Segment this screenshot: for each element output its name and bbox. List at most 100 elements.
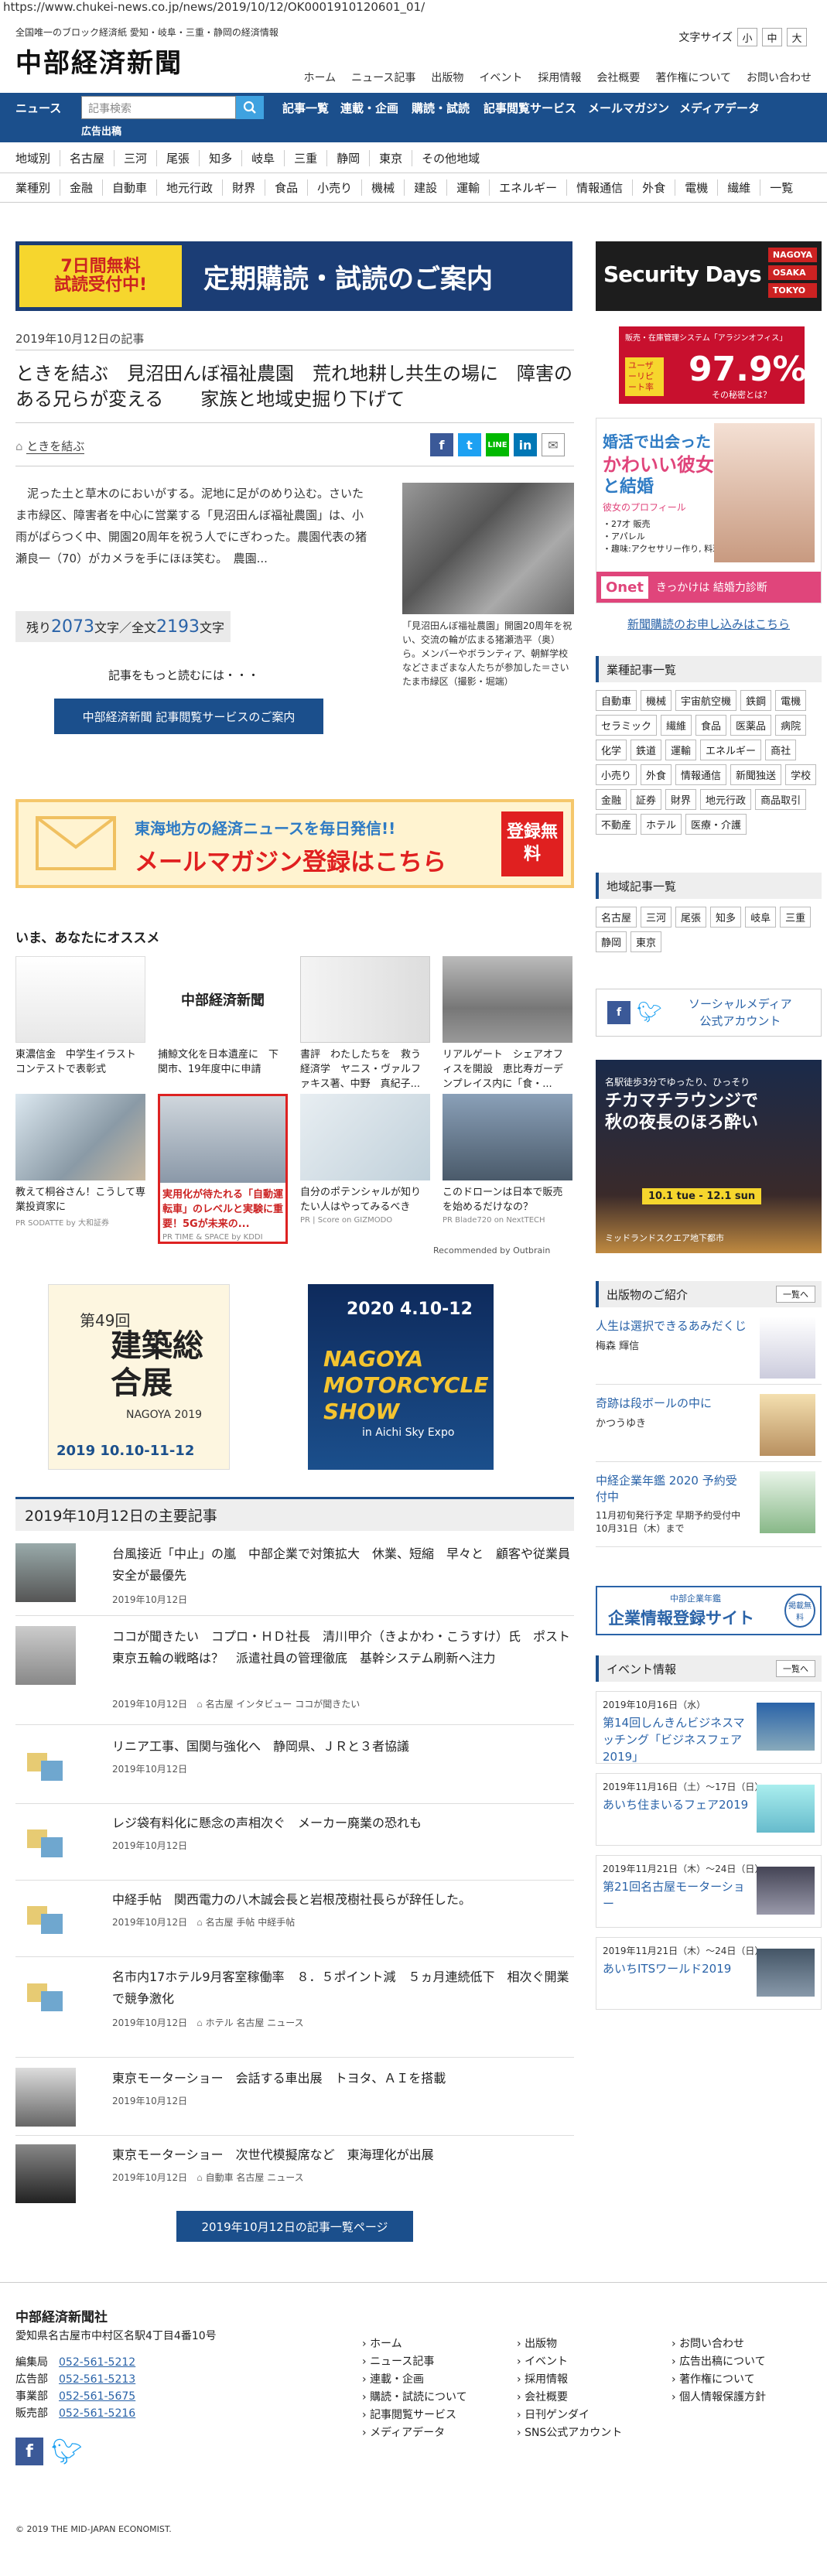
region-item[interactable]: 東京 [369, 150, 412, 166]
line-share-icon[interactable]: LINE [486, 433, 509, 456]
industry-item[interactable]: エネルギー [489, 179, 566, 196]
tag-button[interactable]: 三河 [641, 907, 672, 928]
article-row[interactable]: 台風接近「中止」の嵐 中部企業で対策拡大 休業、短縮 早々と 顧客や従業員 安全… [15, 1543, 583, 1616]
top-link-publications[interactable]: 出版物 [431, 70, 463, 85]
tag-button[interactable]: エネルギー [700, 740, 762, 760]
tag-button[interactable]: 財界 [665, 789, 697, 810]
search-button[interactable] [236, 96, 264, 119]
footer-link[interactable]: › お問い合わせ [672, 2335, 766, 2353]
nav-reading-service[interactable]: 記事閲覧サービス [484, 100, 576, 116]
footer-link[interactable]: › 会社概要 [517, 2389, 622, 2407]
industry-item[interactable]: 外食 [632, 179, 675, 196]
tag-button[interactable]: 医薬品 [730, 715, 772, 736]
tag-button[interactable]: 学校 [785, 764, 817, 785]
security-days-banner[interactable]: Security Days NAGOYA OSAKA TOKYO [596, 241, 822, 311]
region-item[interactable]: 尾張 [156, 150, 199, 166]
recommend-card[interactable]: 東濃信金 中学生イラストコンテストで表彰式 [15, 956, 145, 1077]
footer-link[interactable]: › 連載・企画 [362, 2371, 467, 2389]
tag-button[interactable]: 尾張 [675, 907, 707, 928]
article-row[interactable]: 東京モーターショー 次世代模擬席など 東海理化が出展 2019年10月12日 ⌂… [15, 2144, 574, 2203]
tag-button[interactable]: ホテル [641, 814, 682, 835]
events-more-button[interactable]: 一覧へ [776, 1660, 815, 1677]
recommend-card[interactable]: このドローンは日本で販売を始めるだけなの？ PR Blade720 on Next… [443, 1094, 572, 1225]
top-link-company[interactable]: 会社概要 [596, 70, 640, 85]
industry-item[interactable]: 金融 [60, 179, 102, 196]
event-item[interactable]: 2019年11月21日（木）〜24日（日） 第21回名古屋モーターショー [596, 1855, 822, 1928]
footer-link[interactable]: › メディアデータ [362, 2424, 467, 2442]
publication-item[interactable]: 奇跡は段ボールの中に かつうゆき [596, 1385, 822, 1462]
article-row[interactable]: 名市内17ホテル9月客室稼働率 ８．５ポイント減 ５ヵ月連続低下 相次ぐ開業で競… [15, 1966, 574, 2058]
tag-button[interactable]: 名古屋 [596, 907, 637, 928]
recommend-card[interactable]: 書評 わたしたちを 救う経済学 ヤニス・ヴァルファキス著、中野 真紀子... [300, 956, 430, 1092]
top-link-home[interactable]: ホーム [304, 70, 337, 85]
recommend-card[interactable]: 教えて桐谷さん！こうして専業投資家に PR SODATTE by 大和証券 [15, 1094, 145, 1228]
phone-link[interactable]: 052-561-5212 [59, 2356, 135, 2369]
industry-item[interactable]: 情報通信 [566, 179, 632, 196]
tag-button[interactable]: 食品 [695, 715, 727, 736]
article-list-button[interactable]: 2019年10月12日の記事一覧ページ [176, 2211, 413, 2242]
font-large-button[interactable]: 大 [787, 28, 807, 46]
industry-item[interactable]: 電機 [675, 179, 717, 196]
tag-button[interactable]: 岐阜 [745, 907, 777, 928]
tag-button[interactable]: 病院 [775, 715, 807, 736]
recommend-card[interactable]: リアルゲート シェアオフィスを開設 恵比寿ガーデンプレイス内に「食・... [443, 956, 572, 1092]
footer-link[interactable]: › イベント [517, 2353, 622, 2371]
article-tag[interactable]: ⌂ ときを結ぶ [15, 438, 85, 454]
nav-subscribe[interactable]: 購読・試読 [412, 100, 470, 116]
onet-ad[interactable]: 婚活で出会った かわいい彼女 と結婚 彼女のプロフィール ・27才 販売 ・アパ… [596, 418, 822, 603]
industry-item[interactable]: 自動車 [102, 179, 156, 196]
facebook-icon[interactable]: f [607, 1001, 631, 1024]
tag-button[interactable]: 外食 [641, 764, 672, 785]
region-item[interactable]: 三河 [114, 150, 156, 166]
tag-button[interactable]: 商品取引 [755, 789, 807, 810]
tag-button[interactable]: 知多 [710, 907, 742, 928]
linkedin-share-icon[interactable]: in [514, 433, 537, 456]
tag-button[interactable]: 情報通信 [675, 764, 727, 785]
kenchiku-expo-banner[interactable]: 第49回 建築総合展 NAGOYA 2019 2019 10.10-11-12 [48, 1284, 230, 1470]
publications-more-button[interactable]: 一覧へ [776, 1286, 815, 1303]
article-row[interactable]: ココが聞きたい コプロ・ＨＤ社長 清川甲介（きよかわ・こうすけ）氏 ポスト東京五… [15, 1626, 574, 1725]
top-link-news[interactable]: ニュース記事 [351, 70, 415, 85]
article-row[interactable]: 東京モーターショー 会話する車出展 トヨタ、ＡＩを搭載 2019年10月12日 [15, 2068, 574, 2136]
tag-button[interactable]: 宇宙航空機 [675, 690, 737, 711]
tag-button[interactable]: 静岡 [596, 931, 627, 952]
phone-link[interactable]: 052-561-5675 [59, 2390, 135, 2403]
mail-magazine-banner[interactable]: 東海地方の経済ニュースを毎日発信!! メールマガジン登録はこちら 登録無料 [15, 799, 574, 888]
recommend-card[interactable]: 実用化が待たれる「自動運転車」のレベルと実験に重要！5Gが未来の... PR TI… [158, 1094, 288, 1244]
tag-button[interactable]: 運輸 [665, 740, 697, 760]
region-item[interactable]: その他地域 [412, 150, 489, 166]
tag-button[interactable]: 鉄道 [631, 740, 662, 760]
industry-item[interactable]: 建設 [404, 179, 446, 196]
subscription-promo-banner[interactable]: 7日間無料 試読受付中! 定期購読・試読のご案内 [15, 241, 572, 311]
tag-button[interactable]: 不動産 [596, 814, 637, 835]
twitter-share-icon[interactable]: t [458, 433, 481, 456]
industry-item[interactable]: 小売り [307, 179, 361, 196]
twitter-icon[interactable]: 🐦︎ [637, 1001, 662, 1024]
font-medium-button[interactable]: 中 [762, 28, 782, 46]
mail-share-icon[interactable]: ✉ [542, 433, 565, 456]
phone-link[interactable]: 052-561-5213 [59, 2373, 135, 2386]
nav-media-data[interactable]: メディアデータ [679, 100, 760, 116]
phone-link[interactable]: 052-561-5216 [59, 2407, 135, 2420]
article-row[interactable]: リニア工事、国関与強化へ 静岡県、ＪＲと３者協議 2019年10月12日 [15, 1736, 574, 1804]
tag-button[interactable]: 地元行政 [700, 789, 752, 810]
top-link-recruit[interactable]: 採用情報 [538, 70, 581, 85]
event-item[interactable]: 2019年10月16日（水） 第14回しんきんビジネスマッチング「ビジネスフェア2… [596, 1691, 822, 1764]
top-link-copyright[interactable]: 著作権について [655, 70, 731, 85]
tag-button[interactable]: 化学 [596, 740, 627, 760]
search-input[interactable]: 記事検索 [81, 96, 236, 119]
footer-link[interactable]: › 採用情報 [517, 2371, 622, 2389]
footer-link[interactable]: › ニュース記事 [362, 2353, 467, 2371]
footer-link[interactable]: › 購読・試読について [362, 2389, 467, 2407]
reading-service-button[interactable]: 中部経済新聞 記事閲覧サービスのご案内 [54, 699, 323, 734]
recommend-card[interactable]: 自分のポテンシャルが知りたい人はやってみるべき PR | Score on GIZ… [300, 1094, 430, 1225]
publication-item[interactable]: 人生は選択できるあみだくじ 梅森 輝信 [596, 1307, 822, 1385]
industry-item[interactable]: 食品 [265, 179, 307, 196]
footer-link[interactable]: › 著作権について [672, 2371, 766, 2389]
facebook-icon[interactable]: f [15, 2438, 43, 2465]
site-logo[interactable]: 中部経済新聞 [15, 42, 183, 80]
tag-button[interactable]: 電機 [775, 690, 807, 711]
tag-button[interactable]: 商社 [765, 740, 797, 760]
event-item[interactable]: 2019年11月16日（土）〜17日（日） あいち住まいるフェア2019 [596, 1773, 822, 1846]
tag-button[interactable]: 三重 [780, 907, 812, 928]
